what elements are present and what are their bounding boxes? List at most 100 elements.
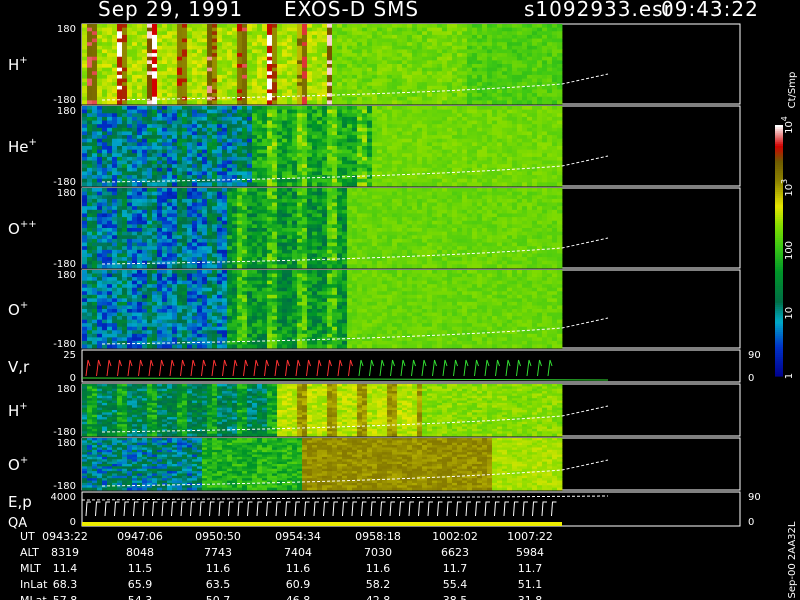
heatmap-cell xyxy=(92,135,98,140)
heatmap-cell xyxy=(167,238,173,243)
heatmap-cell xyxy=(197,34,203,39)
heatmap-cell xyxy=(82,82,88,87)
heatmap-cell xyxy=(247,195,253,200)
heatmap-cell xyxy=(182,142,188,147)
heatmap-cell xyxy=(442,135,448,140)
heatmap-cell xyxy=(182,82,188,87)
heatmap-cell xyxy=(267,64,273,69)
heatmap-cell xyxy=(212,146,218,151)
heatmap-cell xyxy=(107,242,113,247)
heatmap-cell xyxy=(522,45,528,50)
heatmap-cell xyxy=(237,109,243,114)
heatmap-cell xyxy=(307,160,313,165)
heatmap-cell xyxy=(172,195,178,200)
heatmap-cell xyxy=(212,27,218,32)
heatmap-cell xyxy=(157,164,163,169)
heatmap-cell xyxy=(132,224,138,229)
heatmap-cell xyxy=(107,34,113,39)
heatmap-cell xyxy=(487,127,493,132)
heatmap-cell xyxy=(332,142,338,147)
heatmap-cell xyxy=(222,182,228,187)
heatmap-cell xyxy=(457,164,463,169)
heatmap-cell xyxy=(222,242,228,247)
heatmap-cell xyxy=(87,175,93,180)
heatmap-cell xyxy=(202,164,208,169)
heatmap-cell xyxy=(412,53,418,58)
heatmap-cell xyxy=(432,100,438,105)
heatmap-cell xyxy=(257,138,263,143)
heatmap-cell xyxy=(107,191,113,196)
heatmap-cell xyxy=(347,89,353,94)
heatmap-cell xyxy=(112,160,118,165)
heatmap-cell xyxy=(342,171,348,176)
heatmap-cell xyxy=(137,60,143,65)
heatmap-cell xyxy=(507,78,513,83)
heatmap-cell xyxy=(437,82,443,87)
heatmap-cell xyxy=(442,89,448,94)
heatmap-cell xyxy=(227,235,233,240)
heatmap-cell xyxy=(302,178,308,183)
heatmap-cell xyxy=(267,106,273,111)
heatmap-cell xyxy=(467,45,473,50)
heatmap-cell xyxy=(212,231,218,236)
heatmap-cell xyxy=(437,135,443,140)
heatmap-cell xyxy=(237,56,243,61)
heatmap-cell xyxy=(147,82,153,87)
heatmap-cell xyxy=(247,202,253,207)
heatmap-cell xyxy=(102,171,108,176)
heatmap-cell xyxy=(242,78,248,83)
heatmap-cell xyxy=(92,24,98,29)
heatmap-cell xyxy=(242,149,248,154)
heatmap-cell xyxy=(372,124,378,129)
heatmap-cell xyxy=(302,160,308,165)
heatmap-cell xyxy=(287,74,293,79)
heatmap-cell xyxy=(262,56,268,61)
heatmap-cell xyxy=(457,131,463,136)
heatmap-cell xyxy=(107,71,113,76)
heatmap-cell xyxy=(217,171,223,176)
heatmap-cell xyxy=(287,100,293,105)
heatmap-cell xyxy=(532,124,538,129)
heatmap-cell xyxy=(352,120,358,125)
heatmap-cell xyxy=(182,156,188,161)
heatmap-cell xyxy=(357,146,363,151)
heatmap-cell xyxy=(387,34,393,39)
heatmap-cell xyxy=(97,235,103,240)
heatmap-cell xyxy=(237,31,243,36)
heatmap-cell xyxy=(187,131,193,136)
heatmap-cell xyxy=(137,100,143,105)
heatmap-cell xyxy=(97,213,103,218)
heatmap-cell xyxy=(267,146,273,151)
heatmap-cell xyxy=(552,109,558,114)
heatmap-cell xyxy=(107,206,113,211)
heatmap-cell xyxy=(157,238,163,243)
heatmap-cell xyxy=(227,242,233,247)
heatmap-cell xyxy=(167,188,173,193)
heatmap-cell xyxy=(332,149,338,154)
heatmap-cell xyxy=(192,164,198,169)
heatmap-cell xyxy=(202,135,208,140)
heatmap-cell xyxy=(272,24,278,29)
heatmap-cell xyxy=(442,127,448,132)
heatmap-cell xyxy=(192,106,198,111)
heatmap-cell xyxy=(297,31,303,36)
heatmap-cell xyxy=(232,228,238,233)
heatmap-cell xyxy=(447,178,453,183)
heatmap-cell xyxy=(412,78,418,83)
heatmap-cell xyxy=(112,124,118,129)
heatmap-cell xyxy=(207,27,213,32)
heatmap-cell xyxy=(162,31,168,36)
heatmap-cell xyxy=(187,171,193,176)
heatmap-cell xyxy=(492,93,498,98)
heatmap-cell xyxy=(117,56,123,61)
heatmap-cell xyxy=(552,171,558,176)
heatmap-cell xyxy=(337,31,343,36)
heatmap-cell xyxy=(297,64,303,69)
heatmap-cell xyxy=(117,82,123,87)
heatmap-cell xyxy=(207,260,213,265)
heatmap-cell xyxy=(402,42,408,47)
heatmap-cell xyxy=(322,131,328,136)
heatmap-cell xyxy=(132,49,138,54)
heatmap-cell xyxy=(247,24,253,29)
heatmap-cell xyxy=(247,53,253,58)
